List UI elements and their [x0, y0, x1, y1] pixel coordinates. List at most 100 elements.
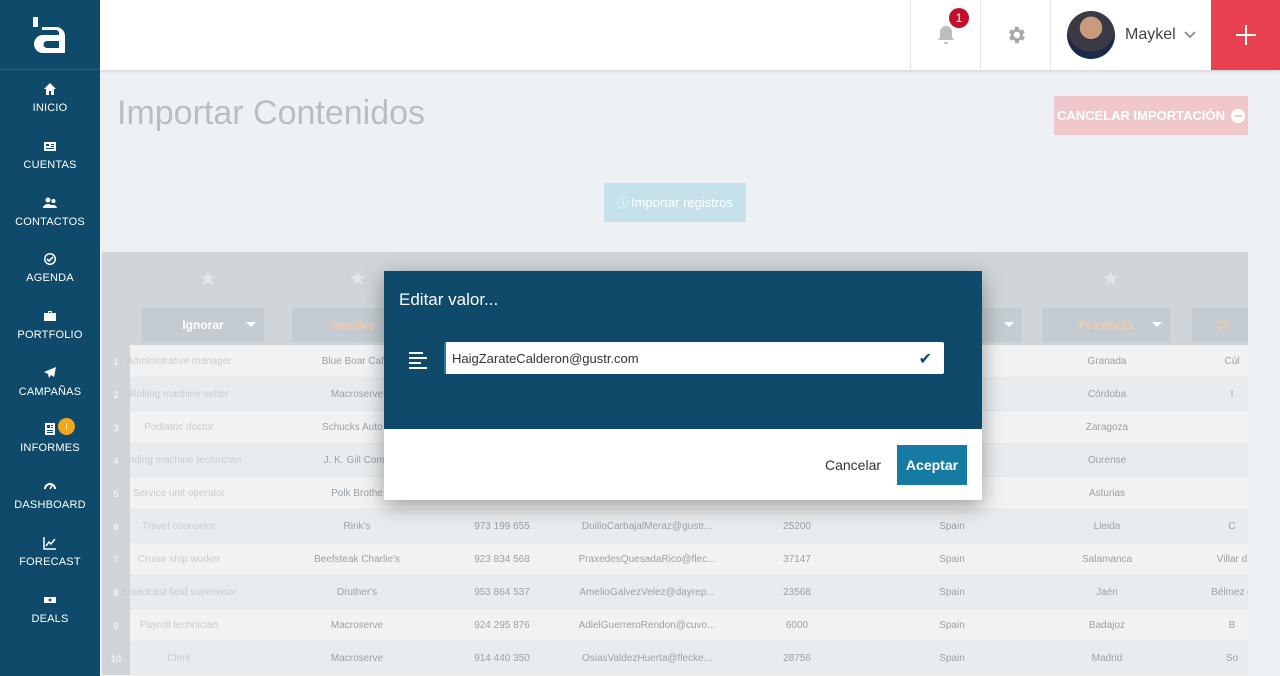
column-header[interactable]	[982, 308, 1022, 342]
table-cell[interactable]: Jaén	[1042, 576, 1172, 609]
table-cell[interactable]	[1192, 444, 1248, 477]
table-row[interactable]: Payroll technician Macroserve 924 295 876 A…	[130, 609, 1248, 642]
table-cell[interactable]: Travel counselor	[114, 510, 244, 543]
table-cell[interactable]: Macroserve	[292, 642, 422, 675]
chevron-down-icon	[1004, 322, 1014, 327]
table-cell[interactable]	[1192, 411, 1248, 444]
table-cell[interactable]: Spain	[892, 543, 1012, 576]
table-cell[interactable]: Podiatric doctor	[114, 411, 244, 444]
table-cell[interactable]: Asturias	[1042, 477, 1172, 510]
cancel-button[interactable]: Cancelar	[825, 457, 881, 473]
sidebar-item-deals[interactable]: DEALS	[0, 580, 100, 637]
table-row[interactable]: Broadcast field supervisor Druther's 953 8…	[121, 576, 1248, 609]
settings-button[interactable]	[980, 0, 1050, 70]
sidebar-item-label: CAMPAÑAS	[18, 385, 82, 398]
sidebar-badge: !	[58, 418, 75, 436]
table-cell[interactable]: Spain	[892, 510, 1012, 543]
gear-icon	[1008, 26, 1025, 44]
chevron-down-icon	[1152, 322, 1162, 327]
table-cell[interactable]: Bélmez d	[1192, 576, 1248, 609]
table-cell[interactable]: PraxedesQuesadaRico@flec...	[572, 543, 722, 576]
value-input[interactable]	[452, 342, 902, 374]
table-cell[interactable]: Córdoba	[1042, 378, 1172, 411]
column-header[interactable]: Ci	[1192, 308, 1248, 342]
home-icon	[43, 82, 57, 96]
add-button[interactable]	[1211, 0, 1280, 70]
table-cell[interactable]: Salamanca	[1042, 543, 1172, 576]
sidebar-item-inicio[interactable]: INICIO	[0, 70, 100, 127]
table-row[interactable]: Cruise ship worker Beefsteak Charlie's 923…	[130, 543, 1248, 576]
table-cell[interactable]: Druther's	[292, 576, 422, 609]
app-logo[interactable]	[0, 0, 100, 70]
table-cell[interactable]: AdielGuerreroRendon@cuvo...	[572, 609, 722, 642]
table-cell[interactable]: Beefsteak Charlie's	[292, 543, 422, 576]
table-cell[interactable]: 923 834 568	[442, 543, 562, 576]
sidebar-item-forecast[interactable]: FORECAST	[0, 524, 100, 581]
table-cell[interactable]: Spain	[892, 609, 1012, 642]
table-cell[interactable]: Granada	[1042, 345, 1172, 378]
table-cell[interactable]: 924 295 876	[442, 609, 562, 642]
table-cell[interactable]: DuilioCarbajalMeraz@gustr...	[572, 510, 722, 543]
import-records-label: Importar registros	[631, 195, 733, 210]
table-cell[interactable]: Ourense	[1042, 444, 1172, 477]
star-icon[interactable]: ★	[349, 266, 367, 291]
table-cell[interactable]: Clerk	[114, 642, 244, 675]
column-header[interactable]: Ignorar	[142, 308, 264, 342]
notifications-button[interactable]: 1	[910, 0, 980, 70]
logo-icon	[33, 16, 65, 53]
table-cell[interactable]	[1192, 477, 1248, 510]
briefcase-icon	[43, 309, 57, 323]
table-cell[interactable]: Madrid	[1042, 642, 1172, 675]
sidebar-item-label: DASHBOARD	[14, 499, 86, 512]
table-cell[interactable]: Macroserve	[292, 609, 422, 642]
table-cell[interactable]: Villar d	[1192, 543, 1248, 576]
table-cell[interactable]: Spain	[892, 576, 1012, 609]
table-cell[interactable]: Administrative manager	[114, 345, 244, 378]
sidebar-item-contactos[interactable]: CONTACTOS	[0, 183, 100, 240]
table-cell[interactable]: Service unit operator	[114, 477, 244, 510]
table-cell[interactable]: 37147	[742, 543, 852, 576]
star-icon[interactable]: ★	[1102, 266, 1120, 291]
accept-button[interactable]: Aceptar	[897, 445, 967, 485]
table-cell[interactable]: Rolling machine setter	[114, 378, 244, 411]
star-icon[interactable]: ★	[199, 266, 217, 291]
table-cell[interactable]: Spain	[892, 642, 1012, 675]
sidebar-item-campañas[interactable]: CAMPAÑAS	[0, 353, 100, 410]
table-cell[interactable]: Payroll technician	[114, 609, 244, 642]
table-cell[interactable]: Cruise ship worker	[114, 543, 244, 576]
table-cell[interactable]: 28756	[742, 642, 852, 675]
table-cell[interactable]: OsiasValdezHuerta@flecke...	[572, 642, 722, 675]
sidebar-item-informes[interactable]: INFORMES!	[0, 410, 100, 467]
table-cell[interactable]: Lleida	[1042, 510, 1172, 543]
column-header-label: Ci	[1216, 318, 1228, 332]
sidebar-item-agenda[interactable]: AGENDA	[0, 240, 100, 297]
sidebar-item-label: INICIO	[32, 102, 68, 115]
table-cell[interactable]: Zaragoza	[1042, 411, 1172, 444]
table-cell[interactable]: Rink's	[292, 510, 422, 543]
user-menu[interactable]: Maykel	[1050, 0, 1211, 70]
table-cell[interactable]: AmelioGalvezVelez@dayrep...	[572, 576, 722, 609]
table-cell[interactable]: 953 864 537	[442, 576, 562, 609]
table-cell[interactable]: So	[1192, 642, 1248, 675]
table-row[interactable]: Clerk Macroserve 914 440 350 OsiasValdezHue…	[130, 642, 1248, 675]
sidebar-item-label: DEALS	[31, 612, 69, 625]
table-row[interactable]: Travel counselor Rink's 973 199 655 DuilioC…	[130, 510, 1248, 543]
table-cell[interactable]: B	[1192, 609, 1248, 642]
table-cell[interactable]: Badajoz	[1042, 609, 1172, 642]
table-cell[interactable]: Broadcast field supervisor	[114, 576, 244, 609]
table-cell[interactable]: Vending machine technician	[114, 444, 244, 477]
table-cell[interactable]: Cúl	[1192, 345, 1248, 378]
sidebar-item-portfolio[interactable]: PORTFOLIO	[0, 297, 100, 354]
table-cell[interactable]: 6000	[742, 609, 852, 642]
table-cell[interactable]: 23568	[742, 576, 852, 609]
table-cell[interactable]: C	[1192, 510, 1248, 543]
table-cell[interactable]: 973 199 655	[442, 510, 562, 543]
column-header[interactable]: Provincia	[1042, 308, 1170, 342]
sidebar-item-cuentas[interactable]: CUENTAS	[0, 127, 100, 184]
table-cell[interactable]: 914 440 350	[442, 642, 562, 675]
table-cell[interactable]: I	[1192, 378, 1248, 411]
cancel-import-button[interactable]: CANCELAR IMPORTACIÓN	[1054, 96, 1248, 135]
sidebar-item-dashboard[interactable]: DASHBOARD	[0, 467, 100, 524]
table-cell[interactable]: 25200	[742, 510, 852, 543]
import-records-button[interactable]: ⓘ Importar registros	[604, 183, 746, 222]
